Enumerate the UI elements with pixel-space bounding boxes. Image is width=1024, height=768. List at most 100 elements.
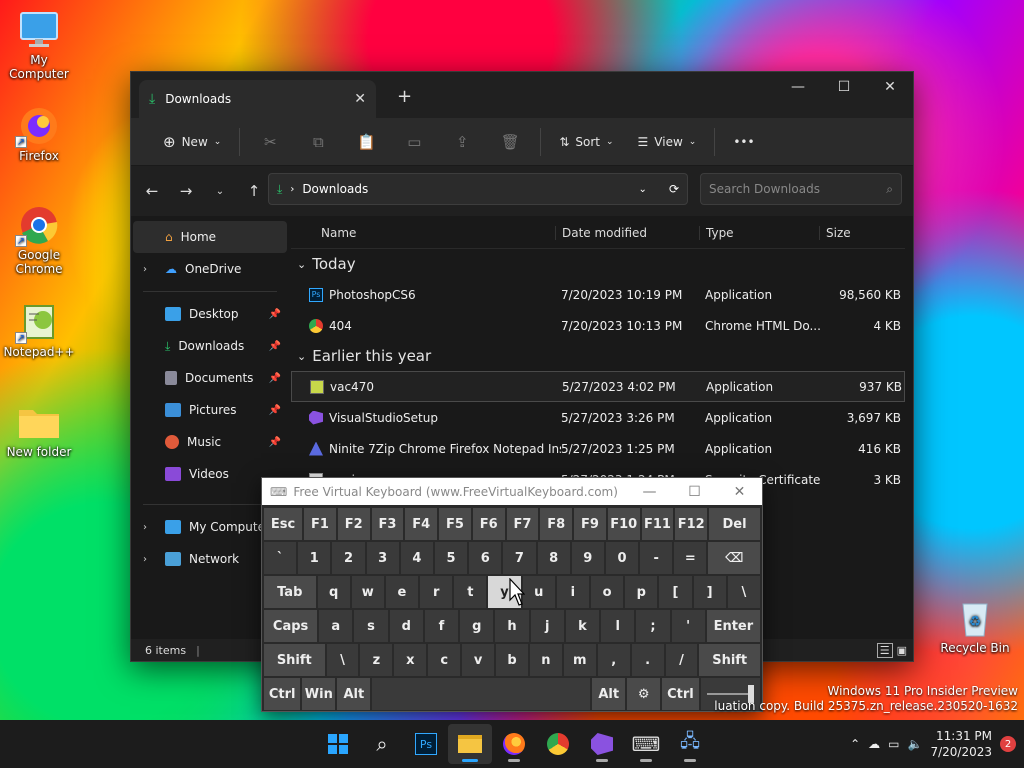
key-j[interactable]: j bbox=[530, 610, 564, 642]
key-special[interactable]: F8 bbox=[540, 508, 573, 540]
key-g[interactable]: g bbox=[460, 610, 494, 642]
key-special[interactable]: Alt bbox=[592, 678, 626, 710]
taskbar-firefox[interactable] bbox=[492, 724, 536, 764]
key-b[interactable]: b bbox=[496, 644, 528, 676]
key-f[interactable]: f bbox=[424, 610, 459, 642]
desktop-icon-firefox[interactable]: ↗ Firefox bbox=[0, 106, 78, 163]
key-s[interactable]: s bbox=[354, 610, 388, 642]
key-special[interactable]: F11 bbox=[641, 508, 674, 540]
recent-locations-icon[interactable]: ⌄ bbox=[203, 186, 237, 197]
key-w[interactable]: w bbox=[351, 576, 384, 608]
space-key[interactable] bbox=[372, 678, 591, 710]
back-icon[interactable]: ← bbox=[135, 182, 169, 200]
taskbar-network-app[interactable]: 🖧 bbox=[668, 724, 712, 764]
key-special[interactable]: F9 bbox=[574, 508, 606, 540]
forward-icon[interactable]: → bbox=[169, 182, 203, 200]
desktop-icon-chrome[interactable]: ↗ Google Chrome bbox=[0, 205, 78, 276]
key-special[interactable]: = bbox=[674, 542, 707, 574]
key-special[interactable]: F6 bbox=[472, 508, 505, 540]
key-p[interactable]: p bbox=[625, 576, 658, 608]
sidebar-item-pictures[interactable]: Pictures 📌 bbox=[133, 394, 287, 426]
desktop-icon-notepadpp[interactable]: ↗ Notepad++ bbox=[0, 302, 78, 359]
group-header-earlier-this-year[interactable]: ⌄ Earlier this year bbox=[291, 341, 905, 371]
key-special[interactable]: ' bbox=[671, 610, 705, 642]
key-special[interactable]: Tab bbox=[264, 576, 316, 608]
new-button[interactable]: ⊕ New ⌄ bbox=[151, 127, 233, 157]
taskbar-visual-studio[interactable] bbox=[580, 724, 624, 764]
maximize-button[interactable]: ☐ bbox=[821, 72, 867, 102]
key-7[interactable]: 7 bbox=[503, 542, 536, 574]
details-view-icon[interactable]: ☰ bbox=[876, 642, 893, 658]
key-3[interactable]: 3 bbox=[366, 542, 399, 574]
key-special[interactable]: [ bbox=[659, 576, 692, 608]
key-special[interactable]: Ctrl bbox=[264, 678, 301, 710]
key-m[interactable]: m bbox=[563, 644, 596, 676]
key-1[interactable]: 1 bbox=[298, 542, 331, 574]
column-header-name[interactable]: Name bbox=[291, 226, 555, 240]
sidebar-item-downloads[interactable]: ⤓ Downloads 📌 bbox=[133, 330, 287, 362]
clock[interactable]: 11:31 PM 7/20/2023 bbox=[930, 728, 992, 760]
file-row[interactable]: Ninite 7Zip Chrome Firefox Notepad Inst.… bbox=[291, 433, 905, 464]
column-header-date[interactable]: Date modified bbox=[555, 225, 699, 240]
key-2[interactable]: 2 bbox=[332, 542, 365, 574]
desktop-icon-recycle-bin[interactable]: ♻ Recycle Bin bbox=[936, 598, 1014, 655]
sidebar-item-desktop[interactable]: Desktop 📌 bbox=[133, 298, 287, 330]
column-header-size[interactable]: Size bbox=[819, 225, 895, 240]
minimize-button[interactable]: — bbox=[775, 72, 821, 102]
sort-button[interactable]: ⇅ Sort ⌄ bbox=[547, 127, 625, 157]
search-box[interactable]: Search Downloads ⌕ bbox=[700, 173, 902, 205]
key-special[interactable]: F2 bbox=[337, 508, 370, 540]
sidebar-item-music[interactable]: Music 📌 bbox=[133, 426, 287, 458]
sidebar-item-onedrive[interactable]: › ☁ OneDrive bbox=[133, 253, 287, 285]
refresh-icon[interactable]: ⟳ bbox=[669, 182, 679, 196]
key-special[interactable]: ⚙ bbox=[627, 678, 661, 710]
keyboard-title-bar[interactable]: ⌨ Free Virtual Keyboard (www.FreeVirtual… bbox=[262, 478, 762, 505]
desktop-icon-my-computer[interactable]: My Computer bbox=[0, 10, 78, 81]
key-u[interactable]: u bbox=[522, 576, 555, 608]
share-icon[interactable]: ⇪ bbox=[438, 127, 486, 157]
rename-icon[interactable]: ▭ bbox=[390, 127, 438, 157]
key-special[interactable]: / bbox=[665, 644, 698, 676]
key-0[interactable]: 0 bbox=[605, 542, 639, 574]
key-special[interactable]: Win bbox=[302, 678, 336, 710]
more-options-button[interactable]: ••• bbox=[721, 127, 766, 157]
key-h[interactable]: h bbox=[495, 610, 529, 642]
key-special[interactable]: ] bbox=[693, 576, 726, 608]
view-button[interactable]: ☰ View ⌄ bbox=[626, 127, 709, 157]
key-special[interactable]: Alt bbox=[337, 678, 371, 710]
key-8[interactable]: 8 bbox=[537, 542, 570, 574]
key-a[interactable]: a bbox=[319, 610, 353, 642]
key-6[interactable]: 6 bbox=[469, 542, 502, 574]
start-button[interactable] bbox=[316, 724, 360, 764]
key-special[interactable]: F4 bbox=[405, 508, 438, 540]
cut-icon[interactable]: ✂ bbox=[246, 127, 294, 157]
expand-chevron-icon[interactable]: › bbox=[143, 554, 147, 565]
taskbar-file-explorer[interactable] bbox=[448, 724, 492, 764]
key-9[interactable]: 9 bbox=[571, 542, 604, 574]
breadcrumb-downloads[interactable]: Downloads bbox=[302, 182, 368, 196]
key-special[interactable]: F5 bbox=[439, 508, 471, 540]
key-special[interactable]: F12 bbox=[675, 508, 708, 540]
key-special[interactable]: Enter bbox=[706, 610, 760, 642]
address-bar[interactable]: ⤓ › Downloads ⌄ ⟳ bbox=[268, 173, 688, 205]
key-special[interactable]: \ bbox=[727, 576, 760, 608]
large-icons-view-icon[interactable]: ▣ bbox=[897, 644, 907, 657]
sidebar-item-home[interactable]: ⌂ Home bbox=[133, 221, 287, 253]
taskbar-photoshop[interactable]: Ps bbox=[404, 724, 448, 764]
taskbar-chrome[interactable] bbox=[536, 724, 580, 764]
key-special[interactable]: F7 bbox=[506, 508, 539, 540]
sidebar-item-documents[interactable]: Documents 📌 bbox=[133, 362, 287, 394]
key-special[interactable]: Caps bbox=[264, 610, 318, 642]
key-v[interactable]: v bbox=[462, 644, 495, 676]
copy-icon[interactable]: ⧉ bbox=[294, 127, 342, 157]
notification-badge[interactable]: 2 bbox=[1000, 736, 1016, 752]
key-x[interactable]: x bbox=[394, 644, 427, 676]
key-special[interactable]: Ctrl bbox=[662, 678, 699, 710]
key-special[interactable]: F10 bbox=[607, 508, 640, 540]
key-e[interactable]: e bbox=[385, 576, 419, 608]
maximize-button[interactable]: ☐ bbox=[672, 484, 717, 500]
key-special[interactable]: \ bbox=[326, 644, 359, 676]
taskbar-virtual-keyboard[interactable]: ⌨ bbox=[624, 724, 668, 764]
file-row[interactable]: VisualStudioSetup 5/27/2023 3:26 PM Appl… bbox=[291, 402, 905, 433]
expand-chevron-icon[interactable]: › bbox=[143, 522, 147, 533]
